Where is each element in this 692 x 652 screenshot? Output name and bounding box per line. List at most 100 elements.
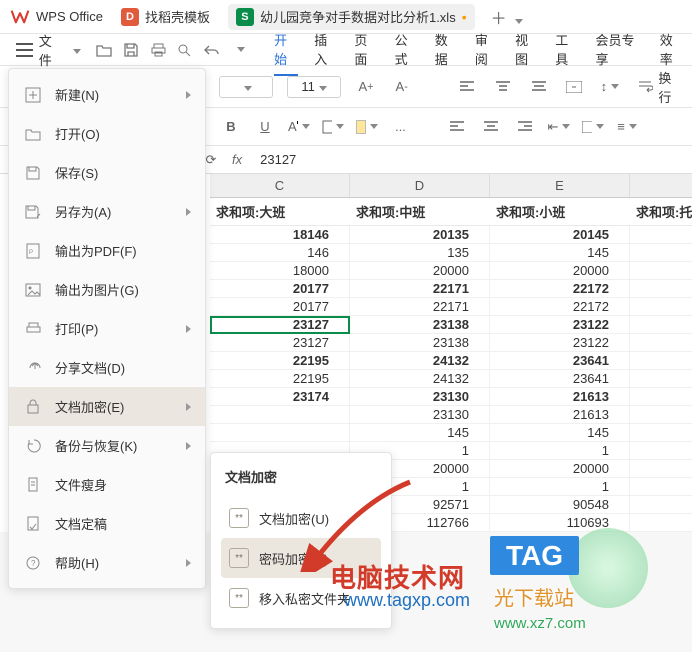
indent-decrease-icon[interactable]: ⇤ [548,116,570,138]
cell[interactable] [630,316,692,334]
ribbon-tab-data[interactable]: 数据 [435,24,459,76]
table-row[interactable]: 181462013520145 [210,226,692,244]
menu-item-lock[interactable]: 文档加密(E) [9,387,205,426]
cell[interactable]: 20000 [350,262,490,280]
orientation-icon[interactable]: ↕ [599,76,621,98]
cell[interactable]: 20177 [210,298,350,316]
cell[interactable] [630,334,692,352]
underline-icon[interactable]: U [254,116,276,138]
align-mid-icon[interactable] [480,116,502,138]
menu-item-share[interactable]: 分享文档(D) [9,348,205,387]
cell[interactable]: 23122 [490,316,630,334]
print-icon[interactable] [147,38,170,62]
bold-icon[interactable]: B [220,116,242,138]
cell[interactable]: 22195 [210,352,350,370]
more-align-icon[interactable]: ≡ [616,116,638,138]
cell[interactable]: 22171 [350,280,490,298]
menu-item-fix[interactable]: 文档定稿 [9,504,205,543]
ribbon-tab-tools[interactable]: 工具 [555,24,579,76]
cell[interactable]: 23122 [490,334,630,352]
cell[interactable] [630,298,692,316]
ribbon-tab-page[interactable]: 页面 [354,24,378,76]
cell[interactable] [630,442,692,460]
cell[interactable] [630,460,692,478]
align-left-icon[interactable] [456,76,478,98]
cell[interactable]: 20135 [350,226,490,244]
menu-item-backup[interactable]: 备份与恢复(K) [9,426,205,465]
menu-item-image[interactable]: 输出为图片(G) [9,270,205,309]
menu-item-saveas[interactable]: 另存为(A) [9,192,205,231]
preview-icon[interactable] [173,38,196,62]
folder-open-icon[interactable] [93,38,116,62]
cell[interactable]: 135 [350,244,490,262]
border-icon[interactable] [322,116,344,138]
col-header[interactable]: F [630,174,692,197]
cell[interactable]: 22172 [490,298,630,316]
cell[interactable] [630,406,692,424]
table-row[interactable]: 231272313823122 [210,316,692,334]
align-top-icon[interactable] [492,76,514,98]
file-menu-button[interactable]: 文件 [8,28,89,72]
cell[interactable]: 145 [490,244,630,262]
increase-font-icon[interactable]: A+ [355,76,377,98]
menu-item-save[interactable]: 保存(S) [9,153,205,192]
menu-item-plus[interactable]: 新建(N) [9,75,205,114]
cell[interactable]: 24132 [350,352,490,370]
cell[interactable]: 22171 [350,298,490,316]
cell[interactable]: 22172 [490,280,630,298]
cell[interactable]: 23641 [490,352,630,370]
table-row[interactable]: 201772217122172 [210,280,692,298]
fx-label[interactable]: fx [222,152,252,167]
cell[interactable]: 21613 [490,406,630,424]
formula-value[interactable]: 23127 [252,152,304,167]
cell[interactable] [630,352,692,370]
cell[interactable] [630,280,692,298]
font-size-select[interactable]: 11 [287,76,341,98]
cell[interactable]: 23641 [490,370,630,388]
table-row[interactable]: 180002000020000 [210,262,692,280]
redo-icon[interactable] [227,38,250,62]
cell[interactable]: 23130 [350,406,490,424]
table-row[interactable]: 146135145 [210,244,692,262]
cell[interactable]: 21613 [490,388,630,406]
cell[interactable]: 1 [490,478,630,496]
merge2-icon[interactable] [582,116,604,138]
align-center-icon[interactable] [528,76,550,98]
cell[interactable] [630,496,692,514]
ribbon-tab-insert[interactable]: 插入 [314,24,338,76]
cell[interactable]: 18000 [210,262,350,280]
table-row[interactable]: 221952413223641 [210,370,692,388]
cell[interactable]: 22195 [210,370,350,388]
cell[interactable]: 23127 [210,316,350,334]
cell[interactable]: 18146 [210,226,350,244]
cell[interactable]: 24132 [350,370,490,388]
cell[interactable] [630,478,692,496]
cell[interactable] [630,388,692,406]
cell[interactable]: 20145 [490,226,630,244]
menu-item-help[interactable]: ?帮助(H) [9,543,205,582]
cell[interactable]: 23130 [350,388,490,406]
cell[interactable]: 23127 [210,334,350,352]
col-header[interactable]: C [210,174,350,197]
align-right-icon[interactable] [514,116,536,138]
cell[interactable] [630,244,692,262]
wrap-text-button[interactable]: 换行 [635,68,684,106]
merge-icon[interactable] [563,76,585,98]
ribbon-tab-view[interactable]: 视图 [515,24,539,76]
cell[interactable]: 145 [490,424,630,442]
cell[interactable]: 145 [350,424,490,442]
cell[interactable] [630,262,692,280]
fill-color-icon[interactable] [356,116,378,138]
decrease-font-icon[interactable]: A- [391,76,413,98]
submenu-item[interactable]: **文档加密(U) [221,498,381,538]
cell[interactable] [630,226,692,244]
col-header[interactable]: D [350,174,490,197]
align-left2-icon[interactable] [446,116,468,138]
menu-item-print[interactable]: 打印(P) [9,309,205,348]
font-color-icon[interactable]: A [288,116,310,138]
menu-item-pdf[interactable]: P输出为PDF(F) [9,231,205,270]
cell[interactable]: 20000 [490,262,630,280]
italic-icon[interactable]: ... [390,116,412,138]
cell[interactable]: 20177 [210,280,350,298]
docer-tab[interactable]: D 找稻壳模板 [113,4,218,30]
